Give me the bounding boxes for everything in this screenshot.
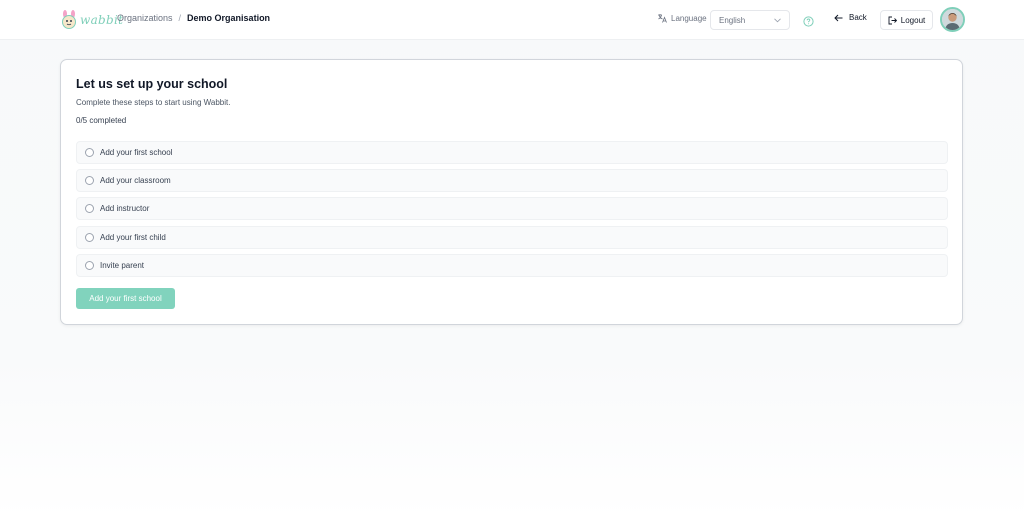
translate-icon <box>658 14 667 23</box>
step-label: Invite parent <box>100 260 145 270</box>
back-button-label: Back <box>849 13 867 22</box>
breadcrumb-separator: / <box>178 13 182 23</box>
breadcrumb: Organizations / Demo Organisation <box>117 13 270 23</box>
logo[interactable]: wabbit <box>60 9 123 31</box>
setup-title: Let us set up your school <box>76 77 228 91</box>
logout-icon <box>888 16 897 24</box>
language-select[interactable]: English <box>710 10 790 30</box>
step-radio-icon <box>85 148 94 157</box>
language-label-group: Language <box>657 13 707 23</box>
add-first-school-button[interactable]: Add your first school <box>76 288 175 309</box>
back-button[interactable]: Back <box>834 13 867 22</box>
step-label: Add your first child <box>100 232 166 242</box>
avatar[interactable] <box>940 7 965 32</box>
setup-step-instructor[interactable]: Add instructor <box>76 197 948 221</box>
language-select-value: English <box>719 16 746 25</box>
setup-subtitle: Complete these steps to start using Wabb… <box>76 98 231 107</box>
setup-progress: 0/5 completed <box>76 116 127 125</box>
setup-step-invite-parent[interactable]: Invite parent <box>76 253 948 277</box>
breadcrumb-organizations[interactable]: Organizations <box>117 13 173 23</box>
setup-step-first-school[interactable]: Add your first school <box>76 141 948 164</box>
help-icon <box>803 16 814 27</box>
setup-step-classroom[interactable]: Add your classroom <box>76 169 948 193</box>
step-radio-icon <box>85 204 94 214</box>
logout-button-label: Logout <box>900 15 926 25</box>
step-label: Add your classroom <box>100 176 171 186</box>
step-radio-icon <box>85 232 94 242</box>
help-button[interactable] <box>803 14 814 32</box>
chevron-down-icon <box>774 18 781 23</box>
step-radio-icon <box>85 260 94 270</box>
step-radio-icon <box>85 176 94 186</box>
setup-card: Let us set up your school Complete these… <box>60 59 963 325</box>
setup-steps-list: Add your first school Add your classroom… <box>76 141 948 282</box>
page: wabbit Organizations / Demo Organisation… <box>0 0 1024 519</box>
step-label: Add instructor <box>100 204 150 214</box>
top-bar: wabbit Organizations / Demo Organisation… <box>0 0 1024 40</box>
breadcrumb-current: Demo Organisation <box>187 13 271 23</box>
user-photo <box>942 9 963 30</box>
step-label: Add your first school <box>100 148 173 157</box>
logo-mascot-icon <box>62 10 76 29</box>
logout-button[interactable]: Logout <box>880 10 933 30</box>
arrow-left-icon <box>834 14 843 21</box>
language-label: Language <box>671 13 707 23</box>
setup-step-first-child[interactable]: Add your first child <box>76 225 948 249</box>
